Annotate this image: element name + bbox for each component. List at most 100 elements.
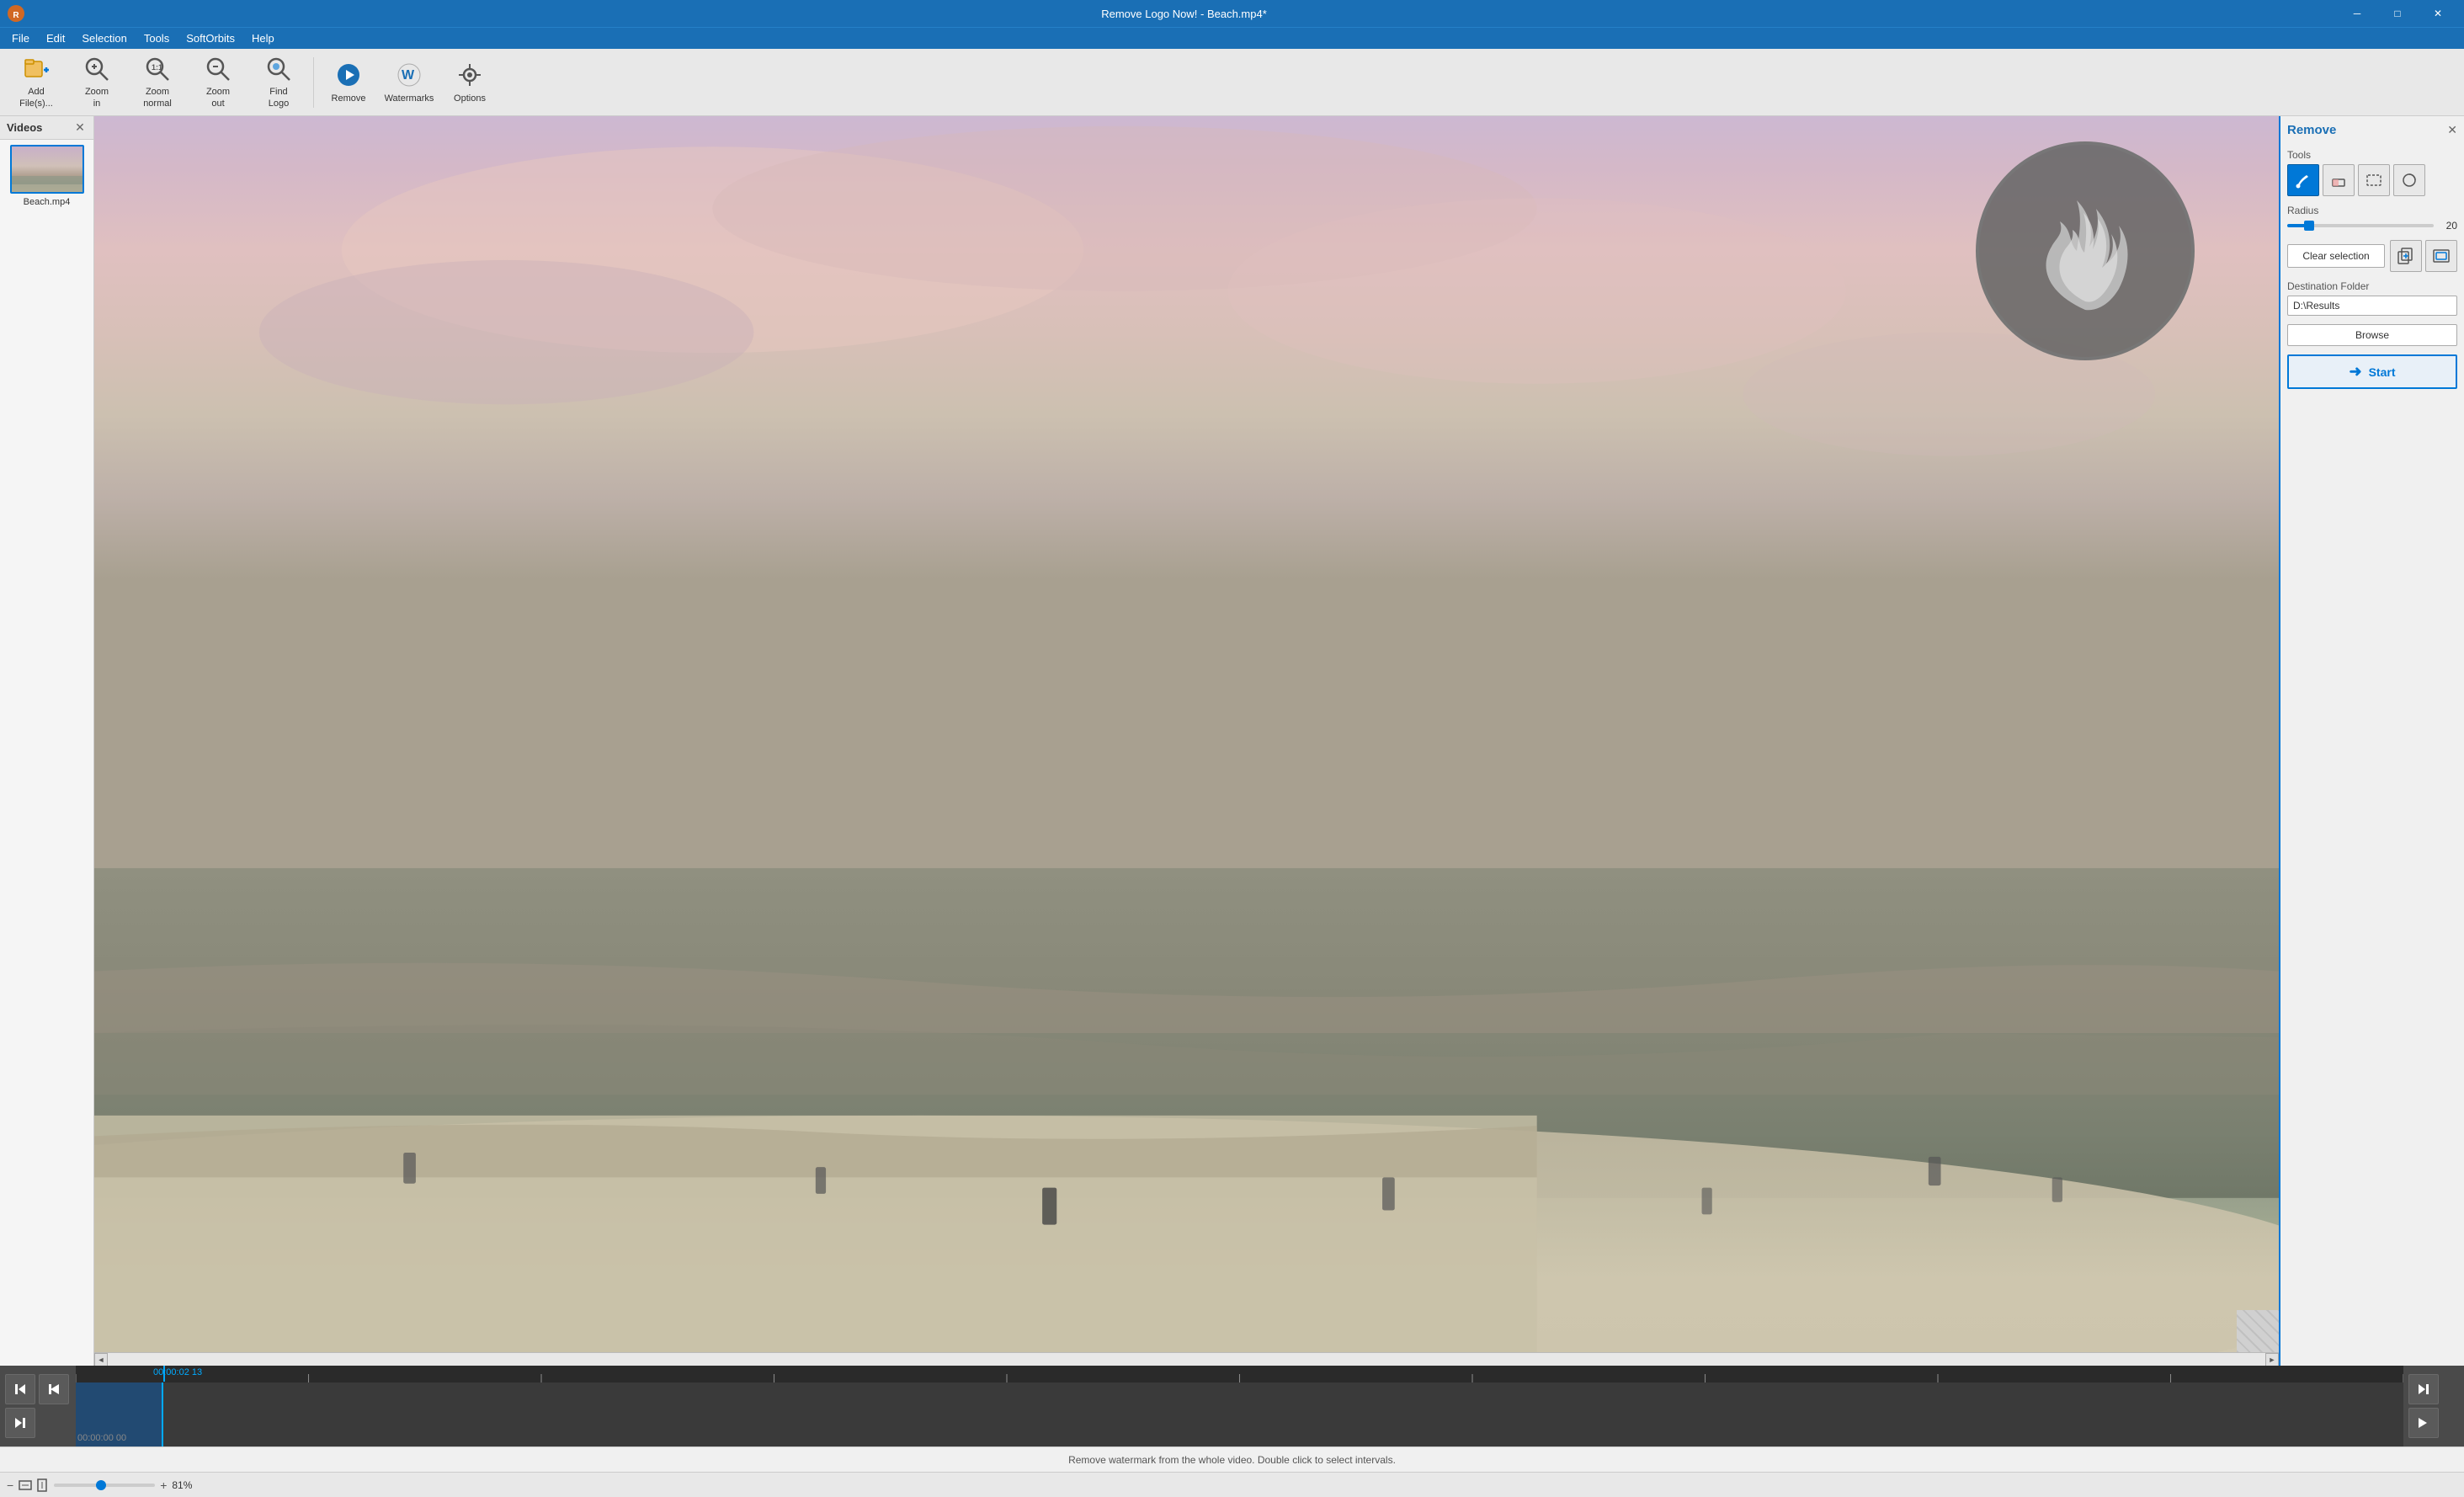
destination-section: Destination Folder — [2287, 280, 2457, 316]
zoom-icons-row — [19, 1478, 49, 1492]
tool-circle[interactable] — [2393, 164, 2425, 196]
zoom-normal-label: Zoomnormal — [143, 87, 172, 109]
menu-file[interactable]: File — [3, 29, 38, 49]
start-label: Start — [2369, 365, 2396, 379]
menu-tools[interactable]: Tools — [136, 29, 178, 49]
copy-to-all-button[interactable] — [2390, 240, 2422, 272]
browse-button[interactable]: Browse — [2287, 324, 2457, 346]
statusbar: Remove watermark from the whole video. D… — [0, 1446, 2464, 1472]
destination-folder-input[interactable] — [2287, 296, 2457, 316]
zoom-value: 81% — [172, 1479, 192, 1491]
hatched-corner — [2237, 1310, 2279, 1352]
remove-label: Remove — [332, 93, 366, 104]
menu-edit[interactable]: Edit — [38, 29, 73, 49]
maximize-button[interactable]: □ — [2378, 0, 2417, 27]
zoom-in-icon-bottom[interactable]: + — [160, 1478, 167, 1492]
options-label: Options — [454, 93, 486, 104]
video-scrollbar: ◄ ► — [94, 1352, 2279, 1366]
tools-label: Tools — [2287, 149, 2457, 161]
destination-label: Destination Folder — [2287, 280, 2457, 292]
zoom-normal-icon: 1:1 — [142, 55, 173, 83]
toolbar-watermarks[interactable]: W Watermarks — [380, 53, 439, 112]
video-thumb-beach[interactable]: Beach.mp4 — [0, 140, 93, 212]
svg-text:W: W — [402, 68, 415, 83]
options-icon — [455, 60, 485, 90]
radius-slider[interactable] — [2287, 224, 2434, 227]
scroll-right-arrow[interactable]: ► — [2265, 1353, 2279, 1366]
fit-height-icon[interactable] — [35, 1478, 49, 1492]
svg-text:1:1: 1:1 — [152, 63, 162, 72]
clear-selection-button[interactable]: Clear selection — [2287, 244, 2385, 268]
radius-row: 20 — [2287, 220, 2457, 232]
watermarks-icon: W — [394, 60, 424, 90]
toolbar-add-files[interactable]: AddFile(s)... — [7, 53, 66, 112]
titlebar: R Remove Logo Now! - Beach.mp4* ─ □ ✕ — [0, 0, 2464, 27]
video-thumb-label: Beach.mp4 — [24, 197, 71, 207]
menubar: File Edit Selection Tools SoftOrbits Hel… — [0, 27, 2464, 49]
timeline-skip-back[interactable] — [5, 1374, 35, 1404]
timeline-track-content[interactable]: 00:00:00 00 — [76, 1382, 2403, 1446]
video-thumbnail — [10, 145, 84, 194]
logo-watermark — [1976, 141, 2195, 360]
radius-label: Radius — [2287, 205, 2457, 216]
toolbar-find-logo[interactable]: FindLogo — [249, 53, 308, 112]
videos-panel: Videos ✕ — [0, 116, 94, 1366]
copy-to-frame-button[interactable] — [2425, 240, 2457, 272]
find-logo-icon — [263, 55, 294, 83]
timeline-start-time: 00:00:00 00 — [77, 1433, 126, 1443]
find-logo-label: FindLogo — [269, 87, 289, 109]
scroll-left-arrow[interactable]: ◄ — [94, 1353, 108, 1366]
right-panel-close[interactable]: ✕ — [2447, 123, 2457, 137]
tools-section: Tools — [2287, 149, 2457, 196]
toolbar-zoom-in[interactable]: Zoomin — [67, 53, 126, 112]
timeline-end-next[interactable] — [2408, 1408, 2439, 1438]
center-row: Videos ✕ — [0, 116, 2464, 1366]
window-title: Remove Logo Now! - Beach.mp4* — [30, 8, 2338, 20]
tools-row — [2287, 164, 2457, 196]
tool-rect[interactable] — [2358, 164, 2390, 196]
toolbar-options[interactable]: Options — [440, 53, 499, 112]
right-panel-title: Remove — [2287, 123, 2336, 137]
timeline-top-row — [5, 1374, 71, 1404]
close-button[interactable]: ✕ — [2419, 0, 2457, 27]
status-message: Remove watermark from the whole video. D… — [1068, 1454, 1396, 1466]
body-area: Videos ✕ — [0, 116, 2464, 1497]
logo-circle — [1976, 141, 2195, 360]
zoom-out-icon-bottom[interactable]: − — [7, 1478, 13, 1492]
zoom-out-icon — [203, 55, 233, 83]
start-button[interactable]: ➜ Start — [2287, 354, 2457, 389]
svg-text:R: R — [13, 11, 19, 20]
toolbar-zoom-out[interactable]: Zoomout — [189, 53, 247, 112]
timeline-bottom-row — [5, 1408, 71, 1438]
window-controls: ─ □ ✕ — [2338, 0, 2457, 27]
videos-panel-close[interactable]: ✕ — [73, 121, 87, 135]
zoom-slider[interactable] — [54, 1484, 155, 1487]
timeline-end-prev[interactable] — [2408, 1374, 2439, 1404]
right-panel: Remove ✕ Tools — [2279, 116, 2464, 1366]
right-panel-header: Remove ✕ — [2287, 123, 2457, 137]
start-arrow-icon: ➜ — [2350, 363, 2362, 381]
minimize-button[interactable]: ─ — [2338, 0, 2376, 27]
toolbar-remove[interactable]: Remove — [319, 53, 378, 112]
timeline-skip-fwd[interactable] — [5, 1408, 35, 1438]
radius-thumb — [2304, 221, 2314, 231]
menu-selection[interactable]: Selection — [73, 29, 135, 49]
video-canvas[interactable] — [94, 116, 2279, 1352]
timeline-ruler: 00:00:02 13 — [76, 1366, 2403, 1382]
add-files-icon — [21, 55, 51, 83]
video-background — [94, 116, 2279, 1352]
add-files-label: AddFile(s)... — [19, 87, 53, 109]
zoom-controls: − + 81% — [0, 1472, 2464, 1497]
toolbar-separator-1 — [313, 57, 314, 108]
timeline-prev-frame[interactable] — [39, 1374, 69, 1404]
tool-brush[interactable] — [2287, 164, 2319, 196]
menu-help[interactable]: Help — [243, 29, 283, 49]
radius-value: 20 — [2440, 220, 2457, 232]
scroll-track[interactable] — [108, 1353, 2265, 1366]
tool-eraser[interactable] — [2323, 164, 2355, 196]
zoom-in-label: Zoomin — [85, 87, 109, 109]
menu-softorbits[interactable]: SoftOrbits — [178, 29, 243, 49]
timeline-current-time: 00:00:02 13 — [153, 1367, 202, 1377]
toolbar-zoom-normal[interactable]: 1:1 Zoomnormal — [128, 53, 187, 112]
fit-width-icon[interactable] — [19, 1478, 32, 1492]
